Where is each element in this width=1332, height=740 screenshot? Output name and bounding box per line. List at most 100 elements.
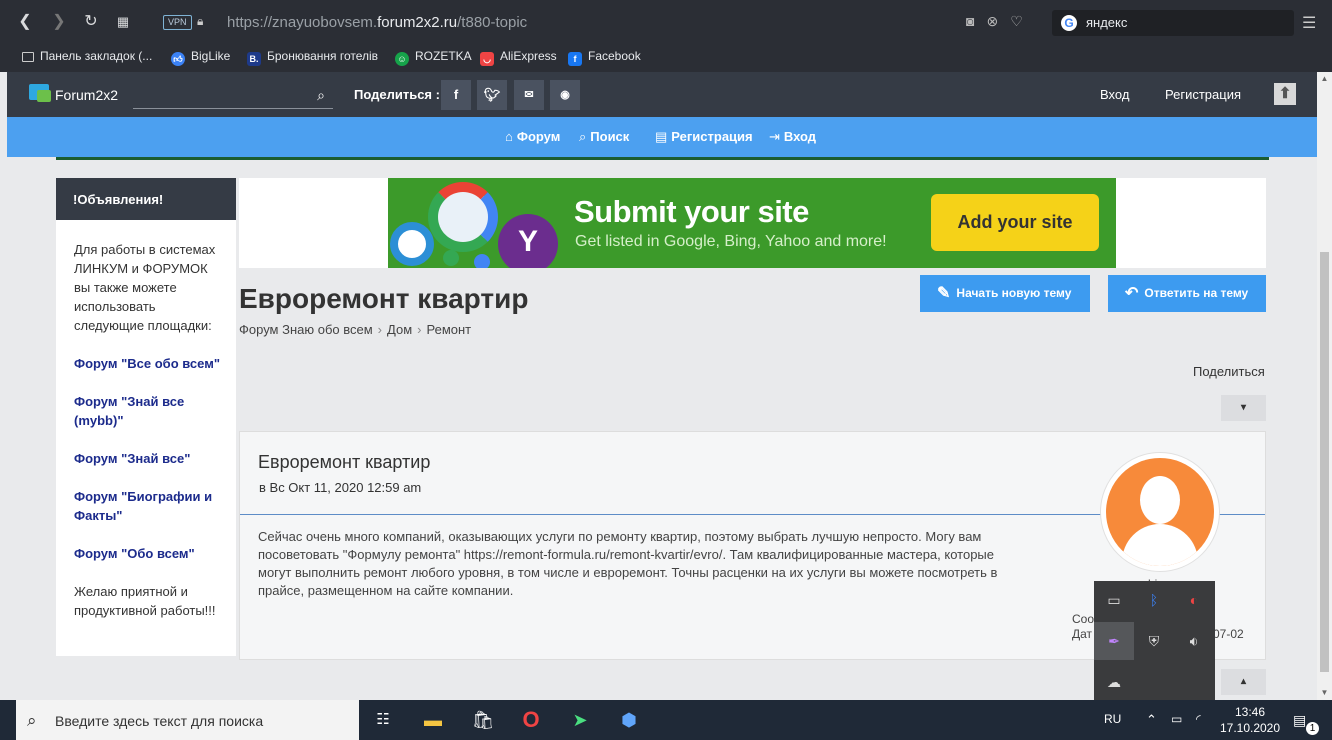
cleaner-icon[interactable]: ◐ — [1174, 581, 1214, 619]
wifi-icon[interactable]: ◜ — [1196, 712, 1201, 726]
search-engine-field[interactable]: G яндекс — [1052, 10, 1294, 36]
lock-icon[interactable]: 🔒︎ — [197, 14, 203, 29]
notifications-icon[interactable]: ▤ — [1293, 712, 1306, 729]
volume-icon[interactable]: 🔉︎ — [1174, 622, 1214, 660]
task-view-icon[interactable]: ☷ — [359, 700, 407, 740]
forum-search-input[interactable]: ⌕ — [133, 82, 333, 109]
forum-logo-text[interactable]: Forum2x2 — [55, 87, 118, 103]
register-link[interactable]: Регистрация — [1165, 87, 1241, 102]
divider — [56, 157, 1269, 160]
login-link[interactable]: Вход — [1100, 87, 1129, 102]
scrollbar-thumb[interactable] — [1320, 252, 1329, 672]
chevron-right-icon: › — [417, 322, 422, 337]
bluetooth-icon[interactable]: ᛒ — [1134, 581, 1174, 619]
sidebar-link[interactable]: Форум "Знай все" — [74, 449, 222, 468]
sidebar-link[interactable]: Форум "Обо всем" — [74, 544, 222, 563]
bookmark-biglike[interactable]: 👍︎ BigLike — [171, 49, 230, 67]
scroll-up-arrow-icon[interactable]: ▲ — [1317, 74, 1332, 83]
widget-footer: Желаю приятной и продуктивной работы!!! — [74, 584, 216, 618]
snapshot-icon[interactable]: ◙ — [966, 13, 974, 29]
store-icon[interactable]: 🛍︎ — [459, 700, 507, 740]
bookmark-label: Панель закладок (... — [40, 49, 153, 63]
search-icon[interactable]: ⌕ — [317, 87, 325, 104]
avatar-head — [1140, 476, 1180, 524]
tray-expand-icon[interactable]: ⌃ — [1146, 712, 1157, 728]
tabs-grid-icon[interactable]: ▦ — [113, 12, 133, 32]
bookmark-booking[interactable]: B. Бронювання готелів — [247, 49, 378, 67]
monitor-icon[interactable]: ▭ — [1094, 581, 1134, 619]
scroll-top-icon[interactable]: ⬆ — [1274, 83, 1296, 105]
address-actions: ◙ ⊗ ♡ — [966, 13, 1035, 30]
bookmark-panel[interactable]: Панель закладок (... — [22, 49, 152, 67]
cloud-off-icon[interactable]: ☁ — [1094, 663, 1134, 701]
sidebar-link[interactable]: Форум "Все обо всем" — [74, 354, 222, 373]
taskbar-search[interactable]: ⌕ Введите здесь текст для поиска — [16, 700, 359, 740]
url-prefix: https://znayuobovsem. — [227, 14, 378, 31]
nav-search[interactable]: ⌕ Поиск — [579, 129, 629, 145]
sidebar-link[interactable]: Форум "Биографии и Факты" — [74, 487, 222, 525]
nav-login[interactable]: ⇥ Вход — [769, 129, 816, 145]
url-domain: forum2x2.ru — [377, 14, 458, 31]
scroll-down-icon[interactable]: ▾ — [1221, 395, 1266, 421]
email-share-icon[interactable]: ✉ — [514, 80, 544, 110]
back-icon[interactable]: ❮ — [15, 12, 35, 32]
rozetka-icon: ☺ — [395, 52, 409, 66]
url-path: /t880-topic — [457, 14, 528, 31]
button-label: Ответить на тему — [1144, 286, 1249, 300]
biglike-icon: 👍︎ — [171, 52, 185, 66]
new-topic-button[interactable]: ✎ Начать новую тему — [920, 275, 1090, 312]
start-button[interactable] — [0, 700, 16, 740]
avatar[interactable] — [1100, 452, 1220, 572]
file-explorer-icon[interactable]: ▬ — [409, 700, 457, 740]
easy-setup-icon[interactable]: ☰ — [1302, 13, 1316, 33]
bookmark-facebook[interactable]: f Facebook — [568, 49, 641, 67]
ad-title: Submit your site — [574, 194, 809, 229]
search-icon: ⌕ — [579, 129, 587, 144]
add-site-button[interactable]: Add your site — [931, 194, 1099, 251]
google-icon: G — [1061, 15, 1077, 31]
page-scrollbar[interactable]: ▲ ▼ — [1317, 72, 1332, 700]
clipboard-icon: ▤ — [655, 129, 668, 144]
home-icon: ⌂ — [505, 129, 513, 144]
scroll-up-icon[interactable]: ▴ — [1221, 669, 1266, 695]
post-title[interactable]: Евроремонт квартир — [258, 452, 430, 473]
adblock-icon[interactable]: ⊗ — [986, 13, 998, 29]
twitter-share-icon[interactable]: 🐦︎ — [477, 80, 507, 110]
clock[interactable]: 13:46 17.10.2020 — [1219, 704, 1281, 736]
rss-icon[interactable]: ◉ — [550, 80, 580, 110]
battery-icon[interactable]: ▭ — [1171, 712, 1182, 726]
vpn-badge[interactable]: VPN — [163, 15, 192, 30]
language-indicator[interactable]: RU — [1104, 712, 1121, 726]
taskbar-search-placeholder: Введите здесь текст для поиска — [55, 713, 264, 729]
dot-icon — [443, 250, 459, 266]
breadcrumb-item[interactable]: Дом — [387, 322, 412, 337]
opera-icon[interactable]: O — [507, 700, 555, 740]
telegram-icon[interactable]: ➤ — [556, 700, 604, 740]
pencil-icon: ✎ — [937, 285, 951, 302]
url-field[interactable]: https://znayuobovsem.forum2x2.ru/t880-to… — [227, 14, 527, 31]
search-icon: ⌕ — [27, 711, 37, 730]
forward-icon[interactable]: ❯ — [49, 12, 69, 32]
share-label: Поделиться : — [354, 87, 440, 102]
facebook-share-icon[interactable]: f — [441, 80, 471, 110]
feather-icon[interactable]: ✒ — [1094, 622, 1134, 660]
nav-register[interactable]: ▤ Регистрация — [655, 129, 753, 145]
security-shield-icon[interactable]: ⛨ — [1134, 622, 1174, 660]
page-title: Евроремонт квартир — [239, 283, 529, 314]
yahoo-logo-icon: Y — [498, 214, 558, 268]
button-label: Начать новую тему — [956, 286, 1072, 300]
heart-icon[interactable]: ♡ — [1010, 13, 1023, 29]
share-link[interactable]: Поделиться — [1193, 364, 1265, 379]
scroll-down-arrow-icon[interactable]: ▼ — [1317, 688, 1332, 697]
chevron-right-icon: › — [377, 322, 383, 337]
sidebar-link[interactable]: Форум "Знай все (mybb)" — [74, 392, 222, 430]
breadcrumb-item[interactable]: Ремонт — [426, 322, 471, 337]
breadcrumb-item[interactable]: Форум Знаю обо всем — [239, 322, 373, 337]
ad-banner[interactable]: Y Submit your site Get listed in Google,… — [388, 178, 1116, 268]
reload-icon[interactable]: ↻ — [81, 12, 101, 32]
bookmark-aliexpress[interactable]: ◡ AliExpress — [480, 49, 557, 67]
reply-button[interactable]: ↶ Ответить на тему — [1108, 275, 1266, 312]
bookmark-rozetka[interactable]: ☺ ROZETKA — [395, 49, 472, 67]
app-hexagon-icon[interactable]: ⬢ — [605, 700, 653, 740]
nav-forum[interactable]: ⌂ Форум — [505, 129, 560, 144]
